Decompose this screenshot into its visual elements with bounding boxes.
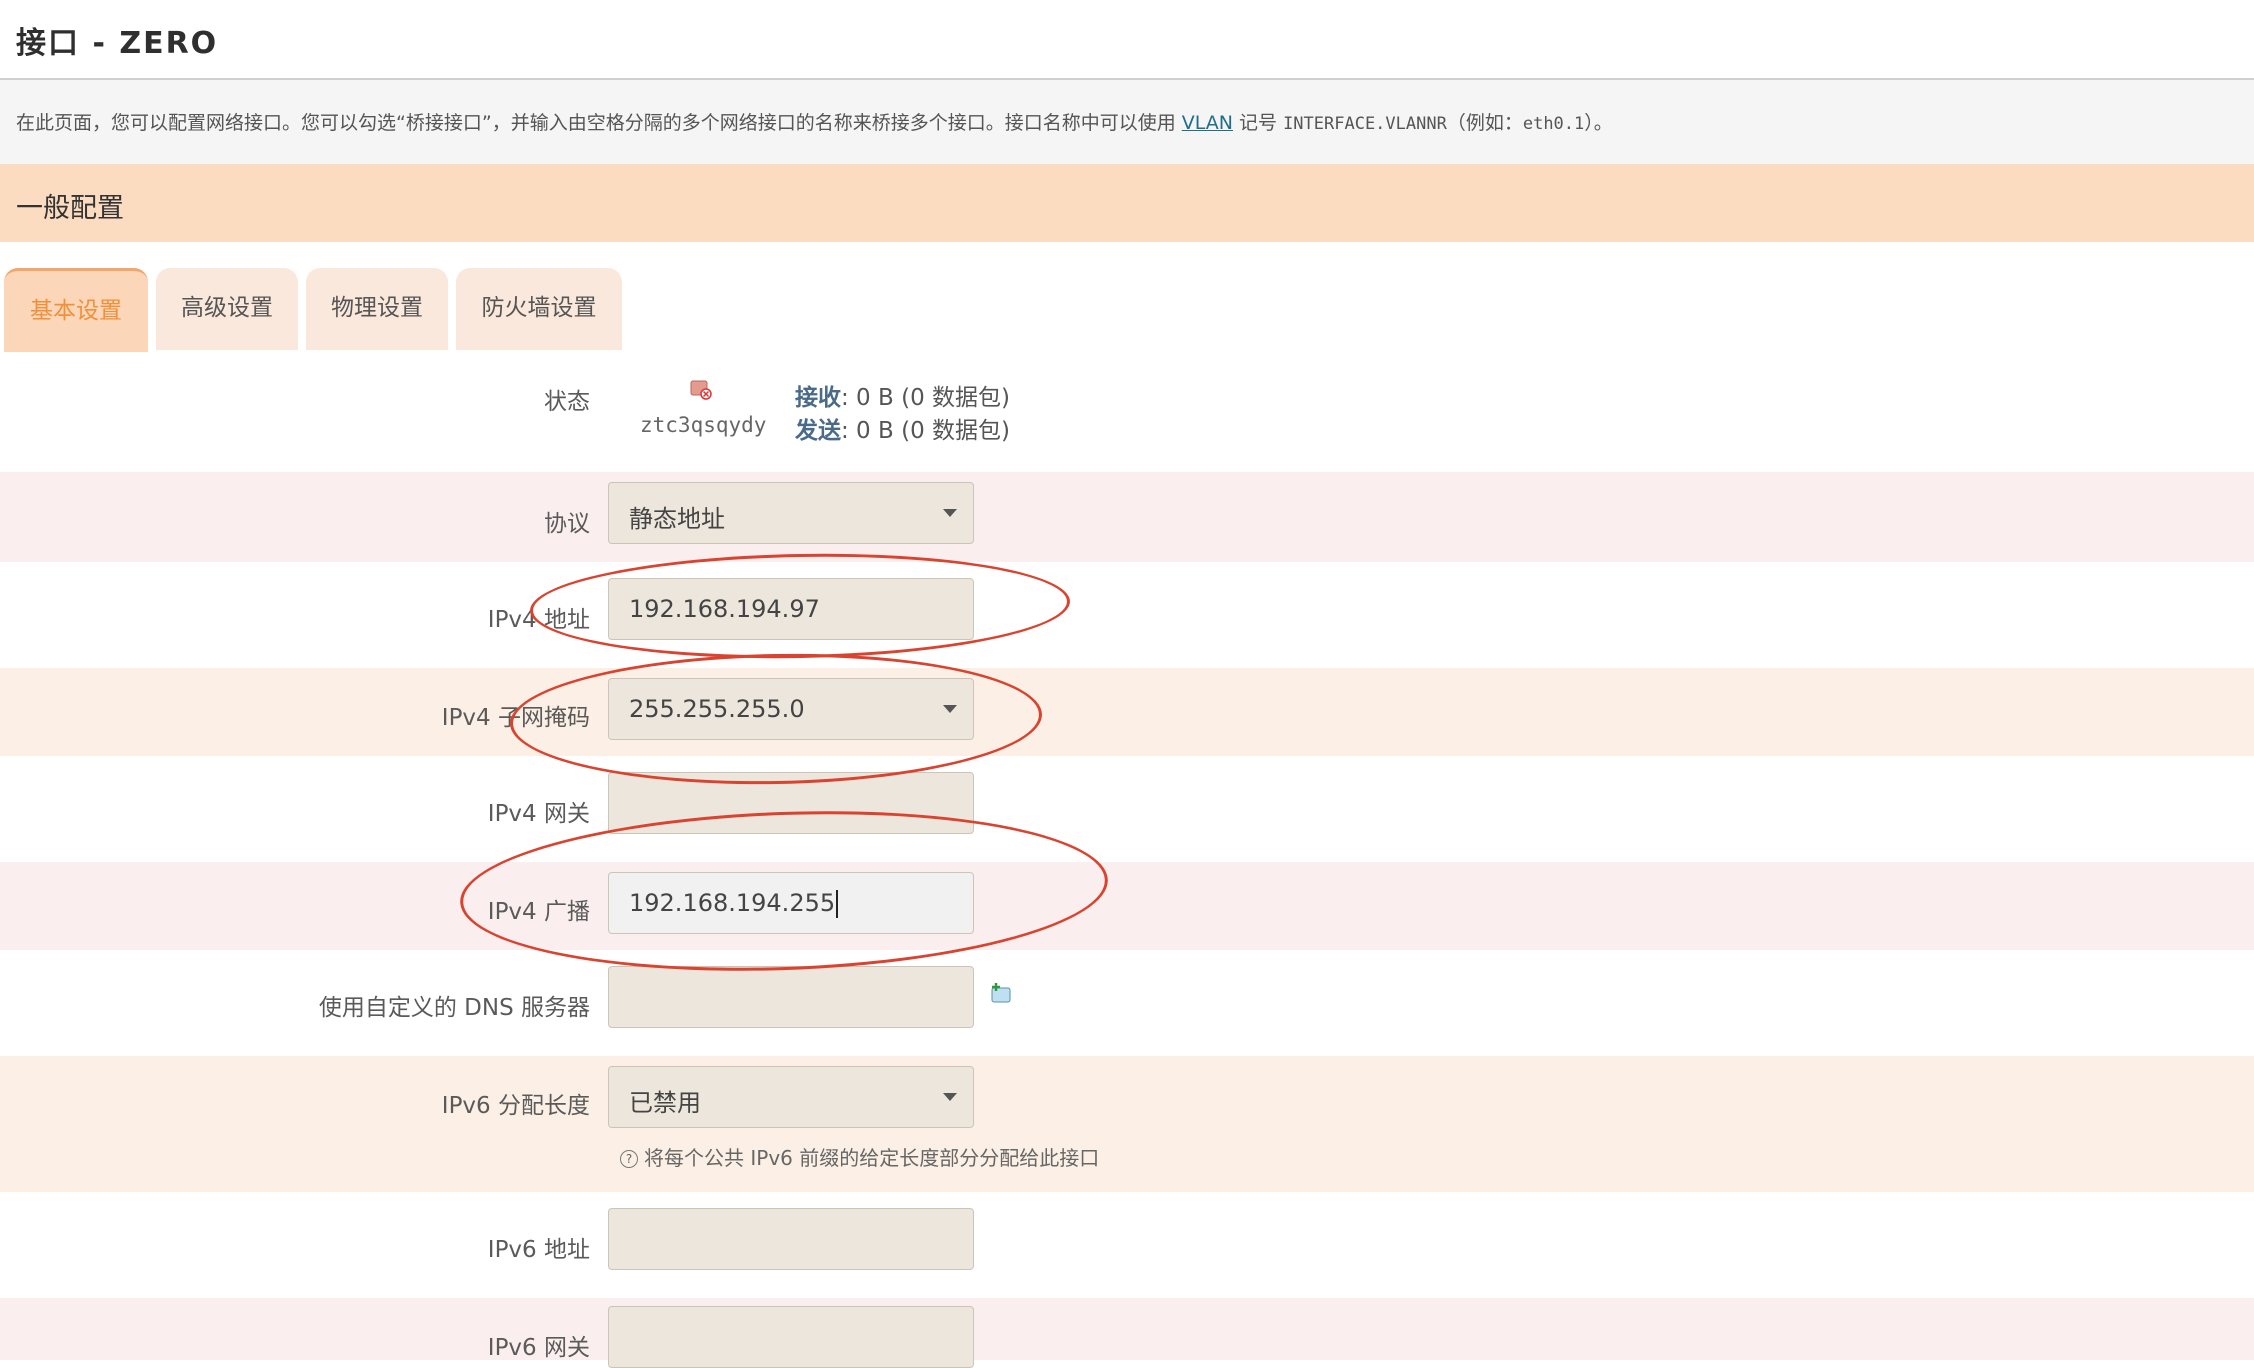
ipv6-prefix-length-value: 已禁用 (629, 1089, 701, 1117)
description-text: 在此页面，您可以配置网络接口。您可以勾选“桥接接口”，并输入由空格分隔的多个网络… (16, 108, 1613, 135)
ipv6-address-row: IPv6 地址 (0, 1192, 2254, 1298)
description-part4: ）。 (1584, 112, 1613, 134)
rx-value: : 0 B (0 数据包) (841, 385, 1010, 411)
ipv6-address-input[interactable] (608, 1208, 974, 1270)
add-entry-icon[interactable] (990, 982, 1012, 1004)
chevron-down-icon (943, 509, 957, 517)
ipv6-gateway-input[interactable] (608, 1306, 974, 1368)
code-eth-example: eth0.1 (1522, 114, 1585, 134)
section-general-config: 一般配置 (0, 164, 2254, 242)
network-disconnected-icon (690, 380, 712, 400)
protocol-label: 协议 (544, 511, 590, 537)
help-icon: ? (620, 1150, 638, 1168)
custom-dns-input[interactable] (608, 966, 974, 1028)
code-interface-vlannr: INTERFACE.VLANNR (1283, 114, 1447, 134)
ipv4-gateway-label: IPv4 网关 (487, 801, 590, 827)
description-part1: 在此页面，您可以配置网络接口。您可以勾选“桥接接口”，并输入由空格分隔的多个网络… (16, 112, 1182, 134)
ipv6-prefix-hint-text: 将每个公共 IPv6 前缀的给定长度部分分配给此接口 (644, 1146, 1100, 1170)
page-title: 接口 - ZERO (16, 26, 219, 61)
tx-stats: 发送: 0 B (0 数据包) (795, 411, 1010, 445)
protocol-row: 协议 静态地址 (0, 472, 2254, 562)
ipv6-prefix-length-row: IPv6 分配长度 已禁用 (0, 1056, 2254, 1192)
vlan-link[interactable]: VLAN (1182, 112, 1233, 134)
tab-advanced-settings[interactable]: 高级设置 (156, 268, 298, 350)
ipv4-address-row: IPv4 地址 192.168.194.97 (0, 562, 2254, 668)
description-part3: （例如： (1446, 112, 1523, 134)
status-row: 状态 (0, 352, 2254, 472)
tab-bar: 基本设置 高级设置 物理设置 防火墙设置 (0, 242, 2254, 353)
tx-value: : 0 B (0 数据包) (841, 418, 1010, 444)
ipv6-gateway-row: IPv6 网关 (0, 1298, 2254, 1368)
status-label: 状态 (544, 389, 590, 415)
section-title: 一般配置 (16, 193, 124, 224)
chevron-down-icon (943, 1093, 957, 1101)
description-part2: 记号 (1232, 112, 1284, 134)
rx-label: 接收 (795, 385, 841, 411)
ipv6-address-label: IPv6 地址 (487, 1237, 590, 1263)
tab-firewall-settings[interactable]: 防火墙设置 (456, 268, 622, 350)
rx-stats: 接收: 0 B (0 数据包) (795, 378, 1010, 412)
protocol-value: 静态地址 (629, 505, 725, 533)
tab-physical-settings[interactable]: 物理设置 (306, 268, 448, 350)
ipv6-prefix-hint: ? 将每个公共 IPv6 前缀的给定长度部分分配给此接口 (620, 1142, 1099, 1171)
ipv4-netmask-row: IPv4 子网掩码 255.255.255.0 (0, 668, 2254, 756)
ipv4-gateway-row: IPv4 网关 (0, 756, 2254, 862)
tab-basic-settings[interactable]: 基本设置 (4, 268, 148, 353)
page-header: 接口 - ZERO (0, 0, 2254, 80)
ipv6-gateway-label: IPv6 网关 (487, 1335, 590, 1361)
page-description: 在此页面，您可以配置网络接口。您可以勾选“桥接接口”，并输入由空格分隔的多个网络… (0, 80, 2254, 164)
custom-dns-label: 使用自定义的 DNS 服务器 (318, 995, 590, 1021)
interface-name: ztc3qsqydy (640, 413, 767, 437)
ipv6-prefix-length-select[interactable]: 已禁用 (608, 1066, 974, 1128)
custom-dns-row: 使用自定义的 DNS 服务器 (0, 950, 2254, 1056)
protocol-select[interactable]: 静态地址 (608, 482, 974, 544)
ipv6-prefix-length-label: IPv6 分配长度 (441, 1093, 590, 1119)
ipv4-broadcast-row: IPv4 广播 192.168.194.255 (0, 862, 2254, 950)
tx-label: 发送 (795, 418, 841, 444)
